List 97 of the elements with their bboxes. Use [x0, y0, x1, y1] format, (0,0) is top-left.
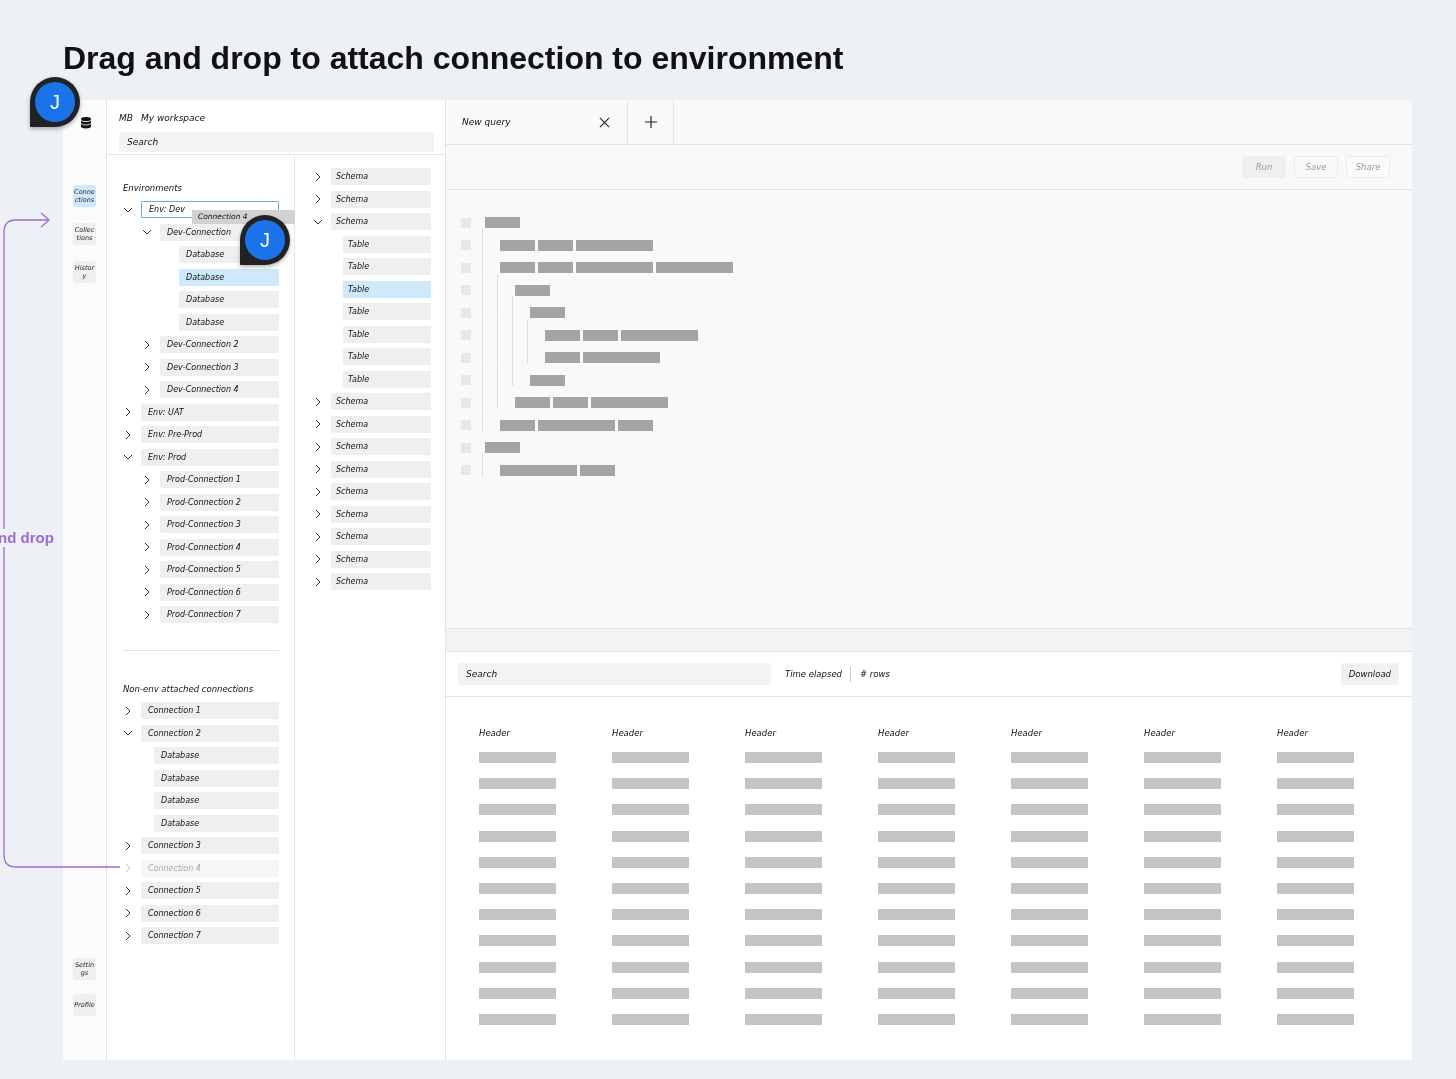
tree-item[interactable]: Database: [179, 268, 279, 286]
search-field[interactable]: Search: [458, 663, 771, 685]
tree-item[interactable]: Database: [179, 313, 279, 331]
search-field[interactable]: Search: [119, 132, 434, 152]
tree-item[interactable]: Schema: [331, 460, 431, 478]
workspace-name[interactable]: My workspace: [140, 113, 206, 123]
tree-item[interactable]: Schema: [331, 168, 431, 185]
tree-item[interactable]: Connection 1: [141, 702, 279, 719]
tree-item[interactable]: Table: [343, 303, 431, 320]
chevron-icon[interactable]: [313, 171, 323, 182]
chevron-icon[interactable]: [313, 531, 323, 542]
chevron-icon[interactable]: [142, 609, 152, 620]
chevron-icon[interactable]: [142, 587, 152, 597]
column-header: Header: [479, 728, 512, 740]
chevron-icon[interactable]: [313, 486, 323, 497]
tree-item[interactable]: Schema: [331, 573, 431, 590]
column-header: Header: [745, 728, 778, 740]
tree-item[interactable]: Schema: [331, 393, 431, 410]
tree-item[interactable]: Table: [343, 258, 431, 275]
chevron-icon[interactable]: [142, 227, 152, 237]
tree-item[interactable]: Table: [343, 280, 431, 298]
tree-item[interactable]: Prod-Connection 1: [160, 471, 279, 488]
chevron-icon[interactable]: [123, 908, 133, 918]
database-icon[interactable]: [79, 116, 92, 129]
tree-item[interactable]: Schema: [331, 483, 431, 500]
chevron-icon[interactable]: [313, 419, 323, 429]
chevron-icon[interactable]: [313, 396, 323, 407]
tree-item[interactable]: Schema: [331, 550, 431, 568]
tree-item[interactable]: Dev-Connection 3: [160, 358, 279, 376]
tree-item[interactable]: Table: [343, 348, 431, 365]
tree-item[interactable]: Connection 7: [141, 927, 279, 944]
tree-item[interactable]: Schema: [331, 190, 431, 208]
tree-item[interactable]: Table: [343, 235, 431, 253]
page-title: Drag and drop to attach connection to environment: [63, 39, 844, 78]
chevron-icon[interactable]: [142, 362, 152, 372]
tree-item[interactable]: Connection 5: [141, 882, 279, 899]
tree-item[interactable]: Connection 2: [141, 724, 279, 742]
tree-item[interactable]: Schema: [331, 213, 431, 230]
tree-item[interactable]: Prod-Connection 5: [160, 561, 279, 578]
download-button[interactable]: Download: [1340, 663, 1399, 685]
tree-item[interactable]: Env: Prod: [141, 448, 279, 466]
tree-item[interactable]: Database: [154, 814, 279, 832]
chevron-icon[interactable]: [313, 194, 323, 204]
tree-item[interactable]: Env: UAT: [141, 403, 279, 421]
tree-item[interactable]: Prod-Connection 6: [160, 583, 279, 601]
tree-item[interactable]: Database: [154, 747, 279, 764]
chevron-icon[interactable]: [123, 452, 133, 462]
tree-item[interactable]: Connection 3: [141, 837, 279, 854]
tree-item[interactable]: Schema: [331, 505, 431, 523]
column-header: Header: [1277, 728, 1310, 740]
tree-item[interactable]: Database: [154, 792, 279, 809]
chevron-icon[interactable]: [123, 885, 133, 896]
chevron-icon[interactable]: [123, 840, 133, 851]
tree-item[interactable]: Schema: [331, 528, 431, 545]
tree-item[interactable]: Schema: [331, 415, 431, 433]
chevron-icon[interactable]: [313, 464, 323, 474]
chevron-icon[interactable]: [142, 474, 152, 485]
close-icon[interactable]: [599, 116, 610, 128]
tree-item[interactable]: Connection 6: [141, 904, 279, 922]
time-elapsed-label: Time elapsed: [785, 669, 842, 679]
column-header: Header: [612, 728, 645, 740]
column-header: Header: [1011, 728, 1044, 740]
tree-item[interactable]: Prod-Connection 7: [160, 606, 279, 623]
tree-item[interactable]: Database: [154, 769, 279, 787]
tree-item[interactable]: Env: Pre-Prod: [141, 426, 279, 443]
column-header: Header: [1144, 728, 1177, 740]
row-count-label: # rows: [860, 669, 890, 679]
chevron-icon[interactable]: [142, 542, 152, 552]
workspace-initials[interactable]: MB: [119, 113, 133, 123]
tree-item[interactable]: Prod-Connection 4: [160, 538, 279, 556]
chevron-icon[interactable]: [123, 930, 133, 941]
chevron-icon[interactable]: [123, 728, 133, 738]
section-title: Non-env attached connections: [123, 684, 255, 696]
tree-item[interactable]: Schema: [331, 438, 431, 455]
chevron-icon[interactable]: [142, 564, 152, 575]
chevron-icon[interactable]: [123, 429, 133, 440]
tree-item[interactable]: Dev-Connection 2: [160, 336, 279, 353]
chevron-icon[interactable]: [123, 705, 133, 716]
tree-item[interactable]: Table: [343, 370, 431, 388]
chevron-icon[interactable]: [142, 497, 152, 507]
chevron-icon[interactable]: [313, 576, 323, 587]
section-title: Environments: [123, 183, 183, 195]
tree-item[interactable]: Dev-Connection 4: [160, 381, 279, 398]
chevron-icon[interactable]: [313, 509, 323, 519]
chevron-icon[interactable]: [123, 407, 133, 417]
chevron-icon[interactable]: [313, 441, 323, 452]
chevron-icon[interactable]: [142, 339, 152, 350]
chevron-icon[interactable]: [142, 519, 152, 530]
chevron-icon[interactable]: [313, 554, 323, 564]
column-header: Header: [878, 728, 911, 740]
user-cursor: J: [30, 77, 80, 127]
tree-item[interactable]: Prod-Connection 2: [160, 493, 279, 511]
tree-item[interactable]: Prod-Connection 3: [160, 516, 279, 533]
tree-item[interactable]: Database: [179, 291, 279, 308]
tree-item[interactable]: Table: [343, 325, 431, 343]
chevron-icon[interactable]: [142, 384, 152, 395]
add-icon[interactable]: [644, 116, 657, 128]
